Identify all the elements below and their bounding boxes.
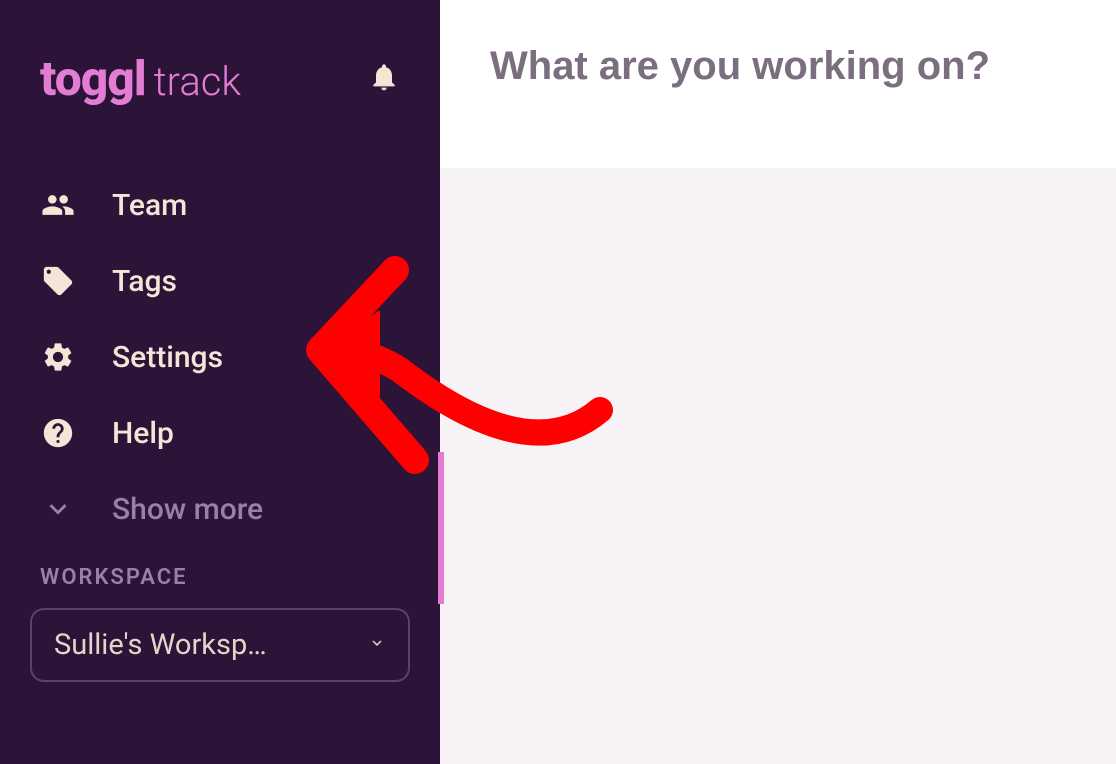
sidebar-item-label: Show more <box>112 492 263 527</box>
workspace-section: WORKSPACE Sullie's Worksp… <box>0 565 440 682</box>
workspace-selector[interactable]: Sullie's Worksp… <box>30 608 410 682</box>
chevron-down-icon <box>368 634 386 656</box>
chevron-down-icon <box>40 491 76 527</box>
main-header <box>440 0 1116 168</box>
sidebar-item-settings[interactable]: Settings <box>0 319 440 395</box>
gear-icon <box>40 339 76 375</box>
main-area <box>440 0 1116 764</box>
help-icon <box>40 415 76 451</box>
sidebar-item-show-more[interactable]: Show more <box>0 471 440 547</box>
logo-brand: toggl <box>40 50 146 107</box>
workspace-heading: WORKSPACE <box>30 565 410 590</box>
sidebar-item-label: Help <box>112 416 174 451</box>
tags-icon <box>40 263 76 299</box>
bell-icon[interactable] <box>368 60 400 98</box>
sidebar-item-label: Settings <box>112 340 223 375</box>
workspace-selected-name: Sullie's Worksp… <box>54 628 267 662</box>
task-input[interactable] <box>490 44 1066 89</box>
team-icon <box>40 187 76 223</box>
sidebar-item-tags[interactable]: Tags <box>0 243 440 319</box>
sidebar-item-team[interactable]: Team <box>0 167 440 243</box>
accent-bar <box>438 452 444 604</box>
logo-product: track <box>154 58 241 105</box>
sidebar-item-help[interactable]: Help <box>0 395 440 471</box>
logo[interactable]: toggl track <box>40 50 241 107</box>
sidebar-item-label: Team <box>112 188 187 223</box>
sidebar: toggl track Team Tags Settings Help <box>0 0 440 764</box>
sidebar-item-label: Tags <box>112 264 177 299</box>
sidebar-header: toggl track <box>0 50 440 167</box>
